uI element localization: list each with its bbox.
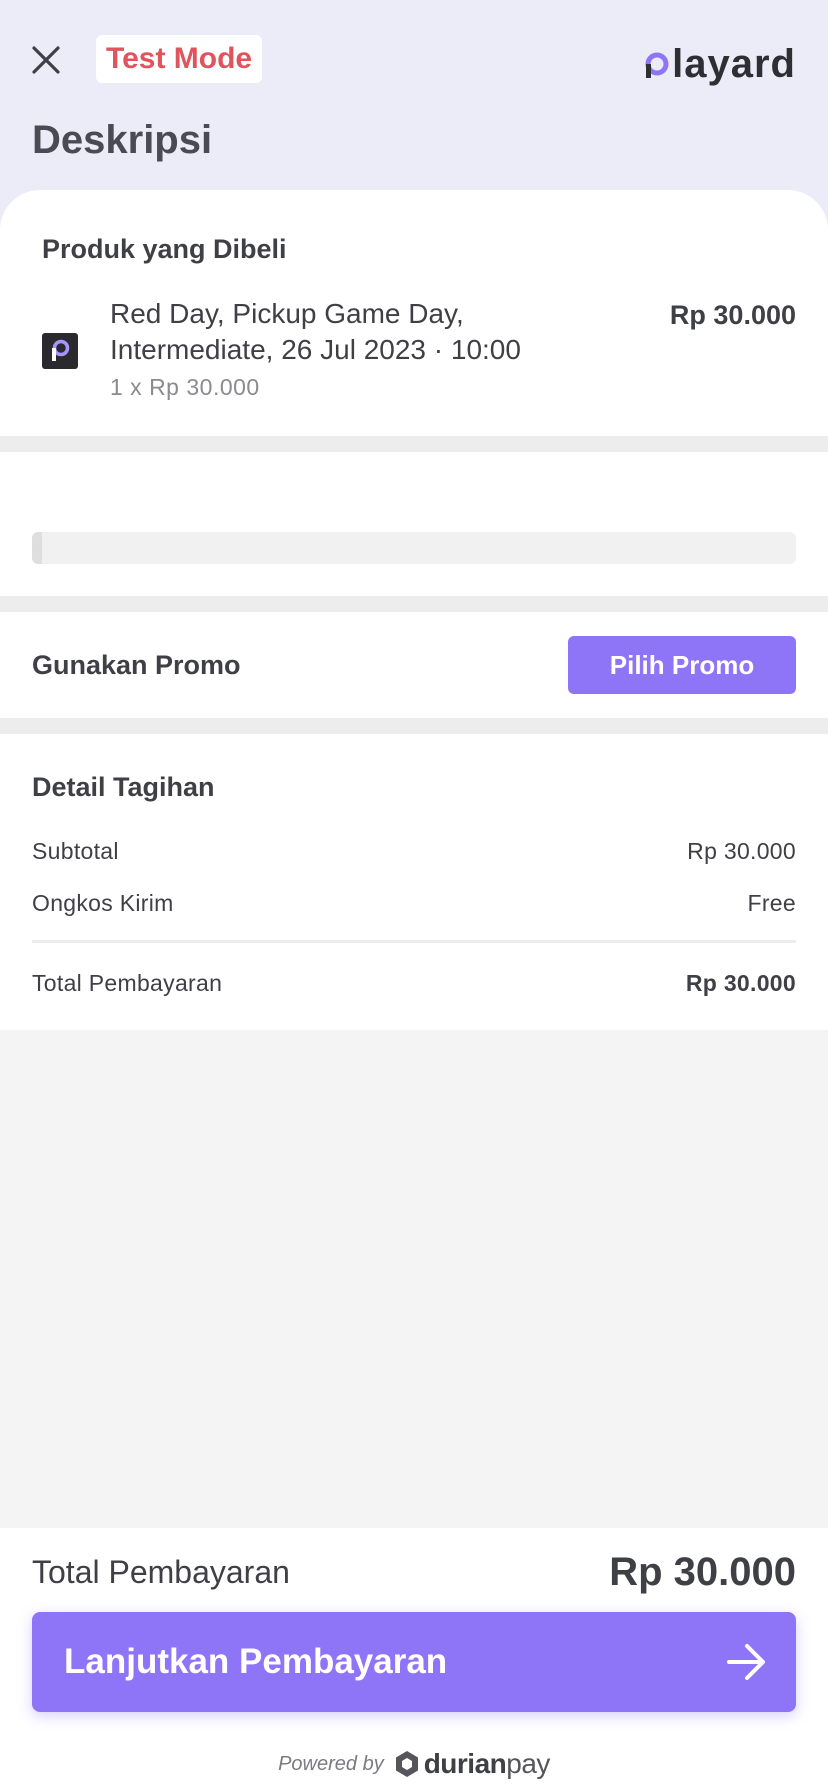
- playard-p-logo-icon: [645, 52, 669, 78]
- section-divider: [0, 436, 828, 452]
- bill-row-label: Subtotal: [32, 838, 119, 864]
- powered-by-label: Powered by: [278, 1752, 384, 1775]
- bill-divider: [32, 940, 796, 943]
- test-mode-badge: Test Mode: [96, 35, 263, 83]
- bill-row-value: Free: [747, 890, 796, 916]
- loading-bar: [32, 532, 796, 564]
- product-name: Red Day, Pickup Game Day, Intermediate, …: [110, 298, 521, 365]
- bill-row-subtotal: Subtotal Rp 30.000: [32, 838, 796, 865]
- bill-row-total: Total Pembayaran Rp 30.000: [32, 970, 796, 997]
- choose-promo-button[interactable]: Pilih Promo: [568, 636, 796, 694]
- product-thumbnail: [42, 333, 78, 369]
- bill-heading: Detail Tagihan: [32, 772, 215, 802]
- promo-label: Gunakan Promo: [32, 650, 241, 680]
- brand-logo: layard: [644, 40, 796, 88]
- playard-logo-icon: [52, 339, 70, 361]
- promo-section: Gunakan Promo Pilih Promo: [0, 612, 828, 718]
- continue-payment-button[interactable]: Lanjutkan Pembayaran: [32, 1612, 796, 1712]
- arrow-right-icon: [727, 1644, 765, 1680]
- durianpay-logo-icon: [395, 1751, 418, 1777]
- product-quantity: 1 x Rp 30.000: [110, 374, 260, 400]
- bill-details-card: Detail Tagihan Subtotal Rp 30.000 Ongkos…: [0, 734, 828, 1030]
- loading-bar-fill: [32, 532, 42, 564]
- products-heading: Produk yang Dibeli: [42, 234, 287, 264]
- footer-total-amount: Rp 30.000: [609, 1550, 796, 1594]
- durianpay-wordmark: durianpay: [423, 1748, 551, 1779]
- bill-row-value: Rp 30.000: [687, 838, 796, 864]
- close-icon: [32, 46, 60, 74]
- powered-by: Powered by durianpay: [0, 1744, 828, 1784]
- product-price: Rp 30.000: [669, 300, 796, 330]
- bill-row-label: Ongkos Kirim: [32, 890, 174, 916]
- section-divider: [0, 718, 828, 734]
- section-divider: [0, 596, 828, 612]
- bill-total-label: Total Pembayaran: [32, 970, 223, 996]
- footer-total-label: Total Pembayaran: [32, 1554, 290, 1590]
- continue-payment-label: Lanjutkan Pembayaran: [64, 1642, 448, 1681]
- bill-total-value: Rp 30.000: [685, 970, 796, 996]
- bill-row-shipping: Ongkos Kirim Free: [32, 890, 796, 917]
- brand-name: layard: [672, 41, 796, 86]
- close-button[interactable]: [26, 40, 66, 80]
- loading-section: [0, 452, 828, 596]
- purchased-products-card: Produk yang Dibeli Red Day, Pickup Game …: [0, 190, 828, 436]
- page-title: Deskripsi: [32, 118, 213, 162]
- checkout-footer: Total Pembayaran Rp 30.000 Lanjutkan Pem…: [0, 1528, 828, 1792]
- durianpay-logo: durianpay: [394, 1748, 550, 1780]
